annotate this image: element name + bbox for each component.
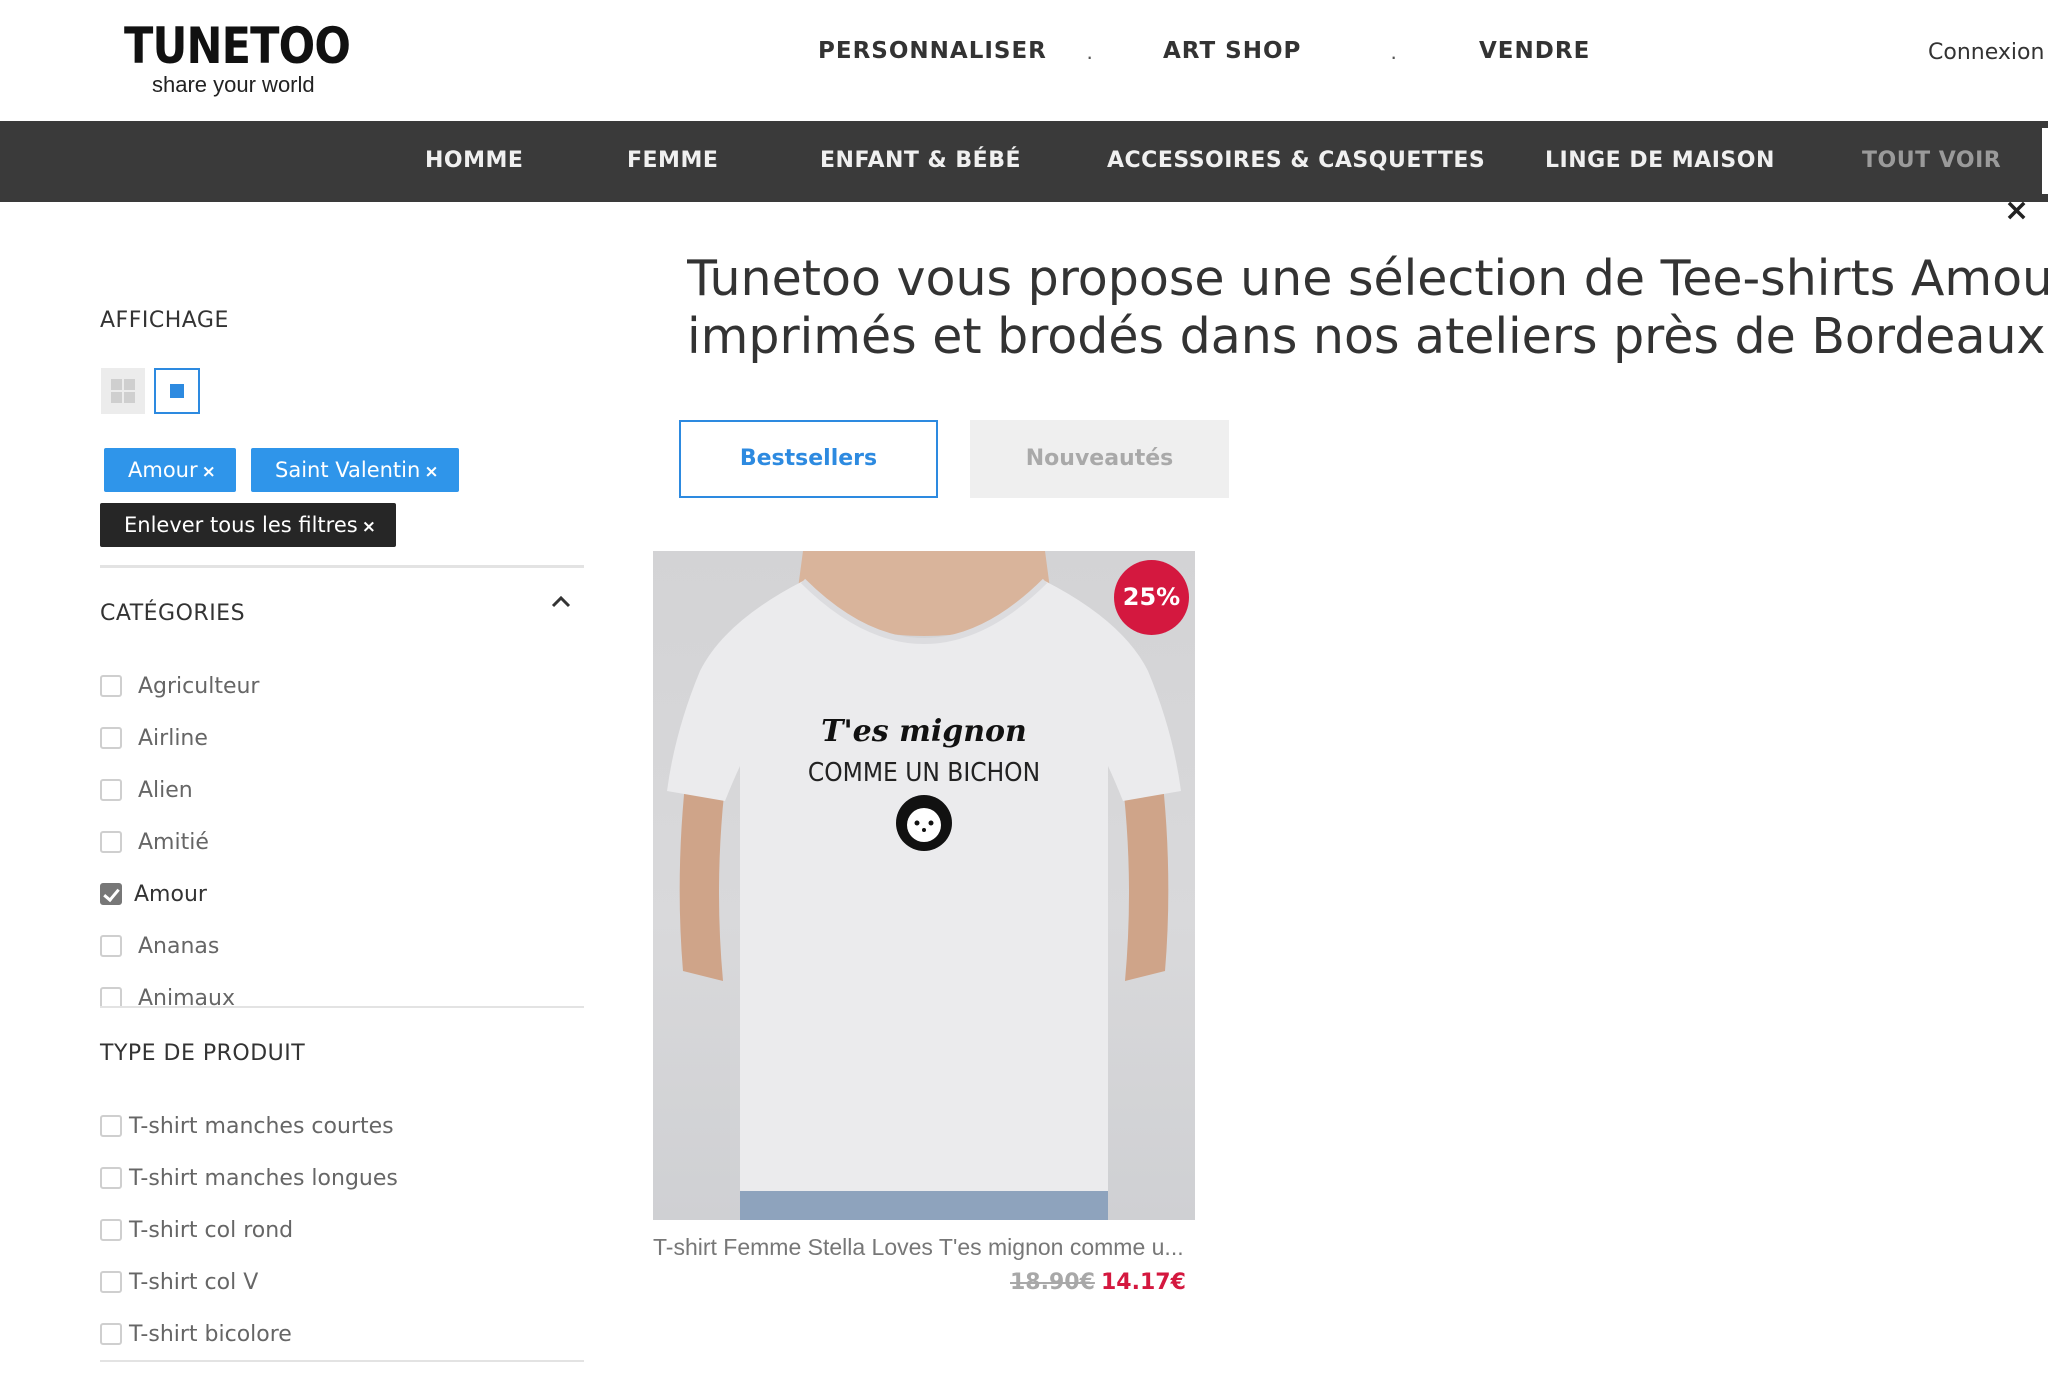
category-linge-de-maison[interactable]: LINGE DE MAISON [1545, 148, 1775, 173]
product-name-link[interactable]: T-shirt Femme Stella Loves T'es mignon c… [653, 1234, 1195, 1261]
list-view-icon[interactable] [154, 368, 200, 414]
connexion-link[interactable]: Connexion [1928, 40, 2044, 65]
checkbox[interactable] [100, 1323, 122, 1345]
tab-nouveautes[interactable]: Nouveautés [970, 420, 1229, 498]
site-header: TUNETOO share your world PERSONNALISER ·… [0, 0, 2048, 121]
option-label: Alien [138, 778, 193, 803]
category-accessoires-casquettes[interactable]: ACCESSOIRES & CASQUETTES [1107, 148, 1485, 173]
chevron-up-icon[interactable] [549, 590, 573, 614]
option-label: T-shirt bicolore [129, 1322, 292, 1347]
discount-badge: 25% [1114, 560, 1189, 635]
nav-personnaliser[interactable]: PERSONNALISER [818, 36, 1047, 66]
option-label: Animaux [138, 986, 235, 1008]
filter-chip-saint-valentin[interactable]: Saint Valentin × [251, 448, 459, 492]
checkbox[interactable] [100, 779, 122, 801]
headline-line-1: Tunetoo vous propose une sélection de Te… [687, 250, 2048, 307]
remove-filter-icon[interactable]: × [424, 462, 438, 482]
nav-separator: · [1390, 44, 1398, 69]
price-sale: 14.17€ [1101, 1270, 1186, 1295]
option-label: T-shirt col V [129, 1270, 259, 1295]
nav-art-shop[interactable]: ART SHOP [1163, 36, 1301, 66]
option-label: Agriculteur [138, 674, 260, 699]
category-enfant-bebe[interactable]: ENFANT & BÉBÉ [820, 148, 1021, 173]
remove-all-filters-button[interactable]: Enlever tous les filtres × [100, 503, 396, 547]
option-label: T-shirt col rond [129, 1218, 294, 1243]
categories-title: CATÉGORIES [100, 601, 246, 626]
filter-chip-amour[interactable]: Amour × [104, 448, 236, 492]
checkbox-checked[interactable] [100, 883, 122, 905]
tab-bestsellers[interactable]: Bestsellers [679, 420, 938, 498]
checkbox[interactable] [100, 1115, 122, 1137]
option-label: Amour [134, 882, 207, 907]
category-tout-voir[interactable]: TOUT VOIR [1862, 148, 2001, 173]
option-label: Amitié [138, 830, 209, 855]
option-label: T-shirt manches courtes [129, 1114, 394, 1139]
nav-separator: · [1086, 44, 1094, 69]
divider [100, 1006, 584, 1008]
checkbox[interactable] [100, 1167, 122, 1189]
checkbox[interactable] [100, 987, 122, 1008]
grid-view-icon[interactable] [101, 368, 145, 414]
filter-chip-label: Saint Valentin [275, 458, 421, 482]
category-femme[interactable]: FEMME [627, 148, 718, 173]
remove-filter-icon[interactable]: × [202, 462, 216, 482]
scroll-edge [2042, 128, 2048, 194]
checkbox[interactable] [100, 1271, 122, 1293]
checkbox[interactable] [100, 831, 122, 853]
print-line-1: T'es mignon [821, 714, 1027, 749]
close-icon[interactable]: × [2004, 196, 2029, 226]
divider [100, 1360, 584, 1362]
page-headline: Tunetoo vous propose une sélection de Te… [687, 250, 2048, 366]
option-label: Airline [138, 726, 208, 751]
product-image[interactable]: T'es mignon COMME UN BICHON [653, 551, 1195, 1220]
print-line-2: COMME UN BICHON [808, 758, 1040, 788]
checkbox[interactable] [100, 727, 122, 749]
category-homme[interactable]: HOMME [425, 148, 523, 173]
checkbox[interactable] [100, 935, 122, 957]
remove-all-icon: × [361, 517, 376, 537]
headline-line-2: imprimés et brodés dans nos ateliers prè… [687, 308, 2048, 365]
option-label: T-shirt manches longues [129, 1166, 398, 1191]
price-original: 18.90€ [1010, 1270, 1095, 1295]
divider [100, 565, 584, 568]
nav-vendre[interactable]: VENDRE [1479, 36, 1590, 66]
logo-tagline: share your world [152, 72, 315, 97]
category-bar: HOMME FEMME ENFANT & BÉBÉ ACCESSOIRES & … [0, 121, 2048, 202]
logo-wordmark: TUNETOO [124, 17, 351, 75]
remove-all-label: Enlever tous les filtres [124, 513, 358, 537]
tshirt-illustration: T'es mignon COMME UN BICHON [667, 551, 1181, 1220]
tunetoo-logo[interactable]: TUNETOO share your world [124, 16, 351, 100]
checkbox[interactable] [100, 675, 122, 697]
product-type-title: TYPE DE PRODUIT [100, 1041, 306, 1066]
option-label: Ananas [138, 934, 220, 959]
display-title: AFFICHAGE [100, 308, 229, 333]
categories-list[interactable]: Agriculteur Airline Alien Amitié Amour A… [0, 660, 600, 1008]
filter-chip-label: Amour [128, 458, 198, 482]
checkbox[interactable] [100, 1219, 122, 1241]
